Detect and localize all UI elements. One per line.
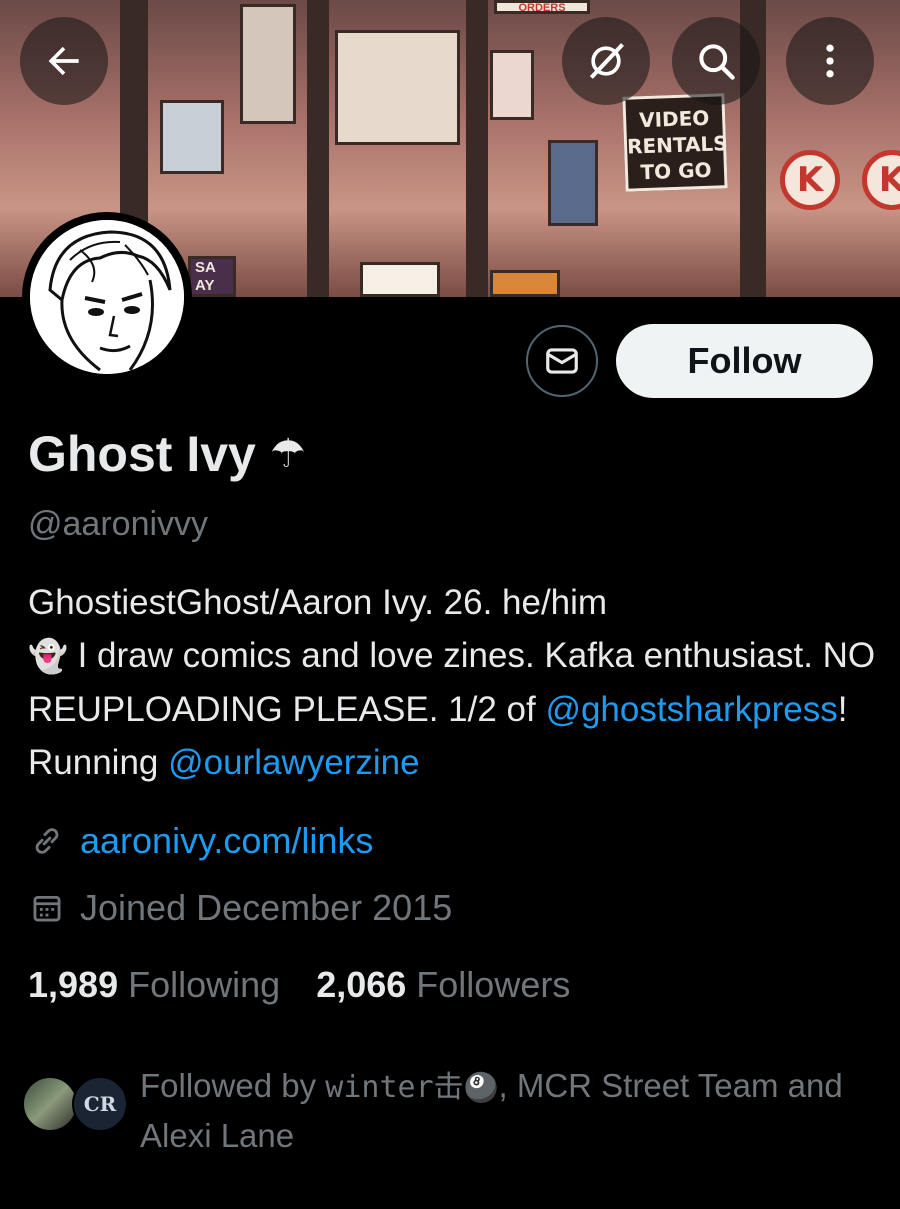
mention-link[interactable]: @ghostsharkpress	[545, 690, 837, 729]
avatar-drawing	[30, 220, 184, 374]
message-button[interactable]	[526, 325, 598, 397]
follower-name: winter击	[325, 1070, 464, 1105]
arrow-left-icon	[48, 46, 79, 76]
banner-poster-text: SA AY	[188, 256, 236, 297]
sign-line: TO GO	[640, 157, 712, 185]
banner-poster	[160, 100, 224, 174]
banner-orders-sign: ORDERS	[494, 0, 590, 14]
profile-name: Ghost Ivy ☂	[28, 425, 306, 483]
banner-pillar	[307, 0, 329, 297]
sign-line: RENTALS	[626, 131, 729, 159]
banner-poster	[240, 4, 296, 124]
banner-poster	[335, 30, 460, 145]
followed-by-text: Followed by winter击🎱, MCR Street Team an…	[140, 1062, 860, 1160]
bio-line1: GhostiestGhost/Aaron Ivy. 26. he/him	[28, 583, 608, 622]
banner-poster	[490, 270, 560, 297]
k-circle-logo: K	[862, 150, 900, 210]
link-icon	[35, 828, 59, 854]
banner-poster-line: SA	[195, 259, 216, 276]
followers-count: 2,066	[316, 964, 407, 1005]
sign-line: VIDEO	[638, 105, 710, 133]
banner-poster	[548, 140, 598, 226]
more-button[interactable]	[786, 17, 874, 105]
follow-stats: 1,989 Following 2,066 Followers	[28, 964, 570, 1006]
follow-button[interactable]: Follow	[616, 324, 873, 398]
search-icon	[699, 44, 735, 80]
search-button[interactable]	[672, 17, 760, 105]
banner-poster	[360, 262, 440, 297]
back-button[interactable]	[20, 17, 108, 105]
banner-poster	[490, 50, 534, 120]
joined-row: Joined December 2015	[30, 887, 452, 929]
video-rentals-sign: VIDEO RENTALS TO GO	[622, 93, 729, 192]
following-label: Following	[128, 964, 281, 1005]
profile-avatar[interactable]	[22, 212, 192, 382]
follower-avatar	[22, 1076, 78, 1132]
umbrella-emoji: ☂	[269, 431, 306, 477]
joined-date: Joined December 2015	[80, 887, 453, 928]
banner-poster-line: AY	[195, 277, 215, 294]
k-circle-logo: K	[780, 150, 840, 210]
follower-avatar: CR	[72, 1076, 128, 1132]
grok-button[interactable]	[562, 17, 650, 105]
more-vertical-icon	[826, 44, 834, 78]
profile-handle: @aaronivvy	[28, 505, 209, 543]
envelope-icon	[546, 348, 578, 374]
website-link[interactable]: aaronivy.com/links	[80, 820, 373, 862]
billiard-ball-emoji: 🎱	[463, 1071, 499, 1104]
mention-link[interactable]: @ourlawyerzine	[168, 743, 419, 782]
avatar-image	[30, 220, 184, 374]
display-name: Ghost Ivy	[28, 426, 256, 482]
grok-icon	[589, 43, 624, 79]
following-stat[interactable]: 1,989 Following	[28, 964, 280, 1006]
calendar-icon	[33, 895, 61, 922]
banner-pillar	[466, 0, 488, 297]
followers-stat[interactable]: 2,066 Followers	[316, 964, 570, 1006]
profile-bio: GhostiestGhost/Aaron Ivy. 26. he/him 👻 I…	[28, 576, 878, 789]
followers-label: Followers	[416, 964, 571, 1005]
followed-by-section[interactable]: CR Followed by winter击🎱, MCR Street Team…	[22, 1062, 882, 1162]
ghost-emoji: 👻	[28, 637, 68, 675]
website-row: aaronivy.com/links	[30, 820, 373, 862]
following-count: 1,989	[28, 964, 119, 1005]
followed-by-prefix: Followed by	[140, 1067, 326, 1104]
